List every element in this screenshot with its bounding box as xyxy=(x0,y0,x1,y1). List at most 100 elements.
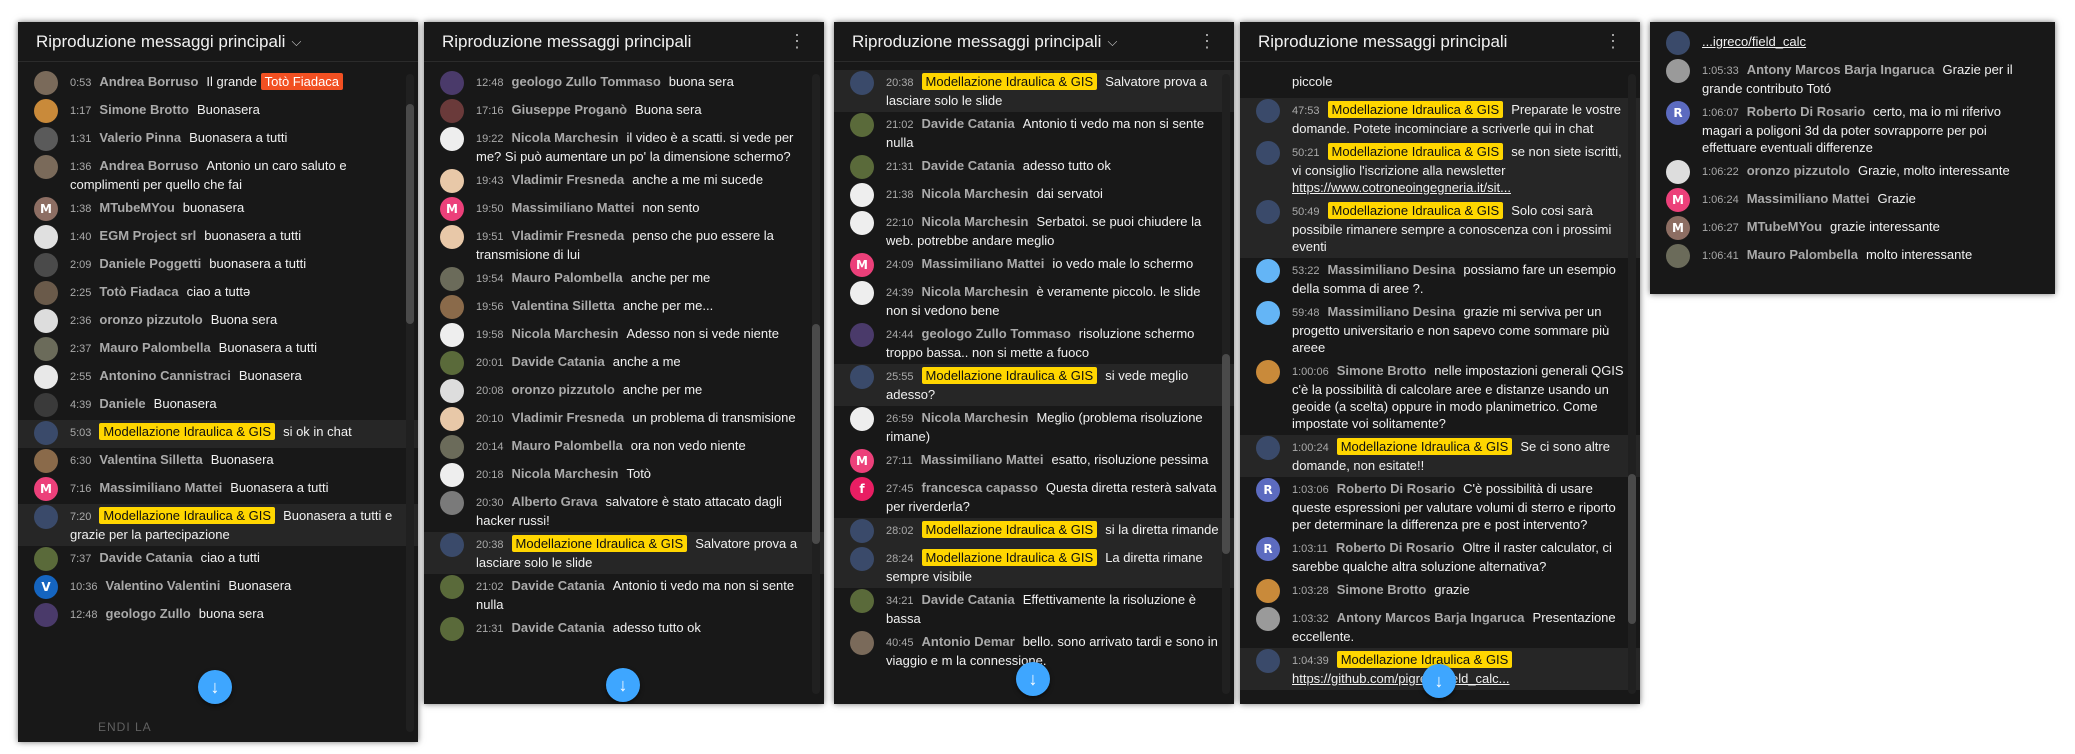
chevron-down-icon[interactable]: ⌵ xyxy=(291,34,301,50)
chat-message[interactable]: 1:03:32 Antony Marcos Barja Ingaruca Prese… xyxy=(1240,606,1640,648)
avatar[interactable] xyxy=(440,407,464,431)
author-name[interactable]: EGM Project srl xyxy=(99,228,196,243)
chat-message[interactable]: M 27:11 Massimiliano Mattei esatto, risoluz… xyxy=(834,448,1234,476)
chat-message[interactable]: 1:31 Valerio Pinna Buonasera a tutti xyxy=(18,126,418,154)
author-name[interactable]: Andrea Borruso xyxy=(99,74,198,89)
chat-message[interactable]: 7:37 Davide Catania ciao a tutti xyxy=(18,546,418,574)
chat-header[interactable]: Riproduzione messaggi principali ⌵ xyxy=(18,22,418,62)
chat-message[interactable]: 2:37 Mauro Palombella Buonasera a tutti xyxy=(18,336,418,364)
avatar[interactable]: M xyxy=(850,449,874,473)
owner-badge[interactable]: Modellazione Idraulica & GIS xyxy=(99,423,276,440)
chat-message[interactable]: 2:36 oronzo pizzutolo Buona sera xyxy=(18,308,418,336)
avatar[interactable] xyxy=(850,281,874,305)
chat-message[interactable]: 2:25 Totò Fiadaca ciao a tuttə xyxy=(18,280,418,308)
scrollbar[interactable] xyxy=(406,74,414,732)
chat-message[interactable]: 20:38 Modellazione Idraulica & GIS Salvato… xyxy=(424,532,824,574)
chat-message[interactable]: 19:58 Nicola Marchesin Adesso non si vede … xyxy=(424,322,824,350)
chat-message[interactable]: 20:01 Davide Catania anche a me xyxy=(424,350,824,378)
avatar[interactable] xyxy=(440,379,464,403)
chat-message[interactable]: 2:09 Daniele Poggetti buonasera a tutti xyxy=(18,252,418,280)
author-name[interactable]: Massimiliano Mattei xyxy=(99,480,222,495)
avatar[interactable] xyxy=(1256,259,1280,283)
more-options-icon[interactable]: ⋮ xyxy=(788,31,806,52)
author-name[interactable]: Nicola Marchesin xyxy=(922,284,1029,299)
author-name[interactable]: Vladimir Fresneda xyxy=(512,410,625,425)
chat-message[interactable]: 1:00:06 Simone Brotto nelle impostazioni g… xyxy=(1240,359,1640,435)
author-name[interactable]: Valentina Silletta xyxy=(99,452,202,467)
owner-badge[interactable]: Modellazione Idraulica & GIS xyxy=(1336,438,1513,455)
chat-message[interactable]: 19:43 Vladimir Fresneda anche a me mi suce… xyxy=(424,168,824,196)
message-link[interactable]: ...igreco/field_calc xyxy=(1702,34,1806,49)
chat-message[interactable]: 1:03:28 Simone Brotto grazie xyxy=(1240,578,1640,606)
author-name[interactable]: Antony Marcos Barja Ingaruca xyxy=(1337,610,1525,625)
chat-header[interactable]: Riproduzione messaggi principali ⋮ xyxy=(1240,22,1640,62)
scroll-down-button[interactable]: ↓ xyxy=(1016,662,1050,696)
avatar[interactable] xyxy=(34,127,58,151)
avatar[interactable] xyxy=(1256,141,1280,165)
avatar[interactable] xyxy=(34,547,58,571)
chat-message[interactable]: 20:30 Alberto Grava salvatore è stato atta… xyxy=(424,490,824,532)
chat-message[interactable]: 0:53 Andrea Borruso Il grande Totò Fiadaca xyxy=(18,70,418,98)
avatar[interactable]: V xyxy=(34,575,58,599)
avatar[interactable] xyxy=(34,309,58,333)
author-name[interactable]: Nicola Marchesin xyxy=(922,186,1029,201)
mention-tag[interactable]: Totò Fiadaca xyxy=(260,73,344,90)
chat-message[interactable]: f 27:45 francesca capasso Questa diretta re… xyxy=(834,476,1234,518)
chat-message[interactable]: 20:14 Mauro Palombella ora non vedo niente xyxy=(424,434,824,462)
chevron-down-icon[interactable]: ⌵ xyxy=(1107,34,1117,50)
avatar[interactable] xyxy=(850,323,874,347)
avatar[interactable] xyxy=(1256,579,1280,603)
chat-message[interactable]: 19:56 Valentina Silletta anche per me... xyxy=(424,294,824,322)
author-name[interactable]: geologo Zullo Tommaso xyxy=(922,326,1071,341)
chat-message[interactable]: 26:59 Nicola Marchesin Meglio (problema ri… xyxy=(834,406,1234,448)
chat-message[interactable]: 1:05:33 Antony Marcos Barja Ingaruca Grazi… xyxy=(1650,58,2055,100)
avatar[interactable] xyxy=(850,407,874,431)
chat-message[interactable]: 19:54 Mauro Palombella anche per me xyxy=(424,266,824,294)
author-name[interactable]: Mauro Palombella xyxy=(512,270,623,285)
author-name[interactable]: Andrea Borruso xyxy=(99,158,198,173)
avatar[interactable] xyxy=(34,393,58,417)
scrollbar[interactable] xyxy=(1628,74,1636,694)
scrollbar[interactable] xyxy=(812,74,820,694)
avatar[interactable]: M xyxy=(1666,216,1690,240)
chat-message[interactable]: 20:38 Modellazione Idraulica & GIS Salvato… xyxy=(834,70,1234,112)
author-name[interactable]: Massimiliano Mattei xyxy=(512,200,635,215)
chat-header[interactable]: Riproduzione messaggi principali ⌵ ⋮ xyxy=(834,22,1234,62)
author-name[interactable]: Mauro Palombella xyxy=(1747,247,1858,262)
owner-badge[interactable]: Modellazione Idraulica & GIS xyxy=(921,73,1098,90)
avatar[interactable] xyxy=(440,575,464,599)
avatar[interactable] xyxy=(1256,607,1280,631)
chat-message[interactable]: V 10:36 Valentino Valentini Buonasera xyxy=(18,574,418,602)
author-name[interactable]: Nicola Marchesin xyxy=(512,466,619,481)
avatar[interactable] xyxy=(1256,436,1280,460)
chat-message[interactable]: 59:48 Massimiliano Desina grazie mi serviv… xyxy=(1240,300,1640,359)
scrollbar[interactable] xyxy=(1222,74,1230,694)
chat-message[interactable]: ...igreco/field_calc xyxy=(1650,30,2055,58)
author-name[interactable]: Daniele xyxy=(99,396,145,411)
avatar[interactable] xyxy=(440,533,464,557)
avatar[interactable] xyxy=(440,267,464,291)
author-name[interactable]: MTubeMYou xyxy=(99,200,174,215)
chat-message[interactable]: 21:31 Davide Catania adesso tutto ok xyxy=(834,154,1234,182)
chat-message[interactable]: 21:31 Davide Catania adesso tutto ok xyxy=(424,616,824,644)
author-name[interactable]: Massimiliano Desina xyxy=(1328,262,1456,277)
chat-message[interactable]: 1:06:22 oronzo pizzutolo Grazie, molto int… xyxy=(1650,159,2055,187)
author-name[interactable]: Valentino Valentini xyxy=(106,578,221,593)
author-name[interactable]: Alberto Grava xyxy=(512,494,598,509)
chat-message[interactable]: R 1:03:11 Roberto Di Rosario Oltre il raste… xyxy=(1240,536,1640,578)
owner-badge[interactable]: Modellazione Idraulica & GIS xyxy=(921,367,1098,384)
avatar[interactable] xyxy=(34,365,58,389)
avatar[interactable] xyxy=(850,71,874,95)
owner-badge[interactable]: Modellazione Idraulica & GIS xyxy=(1336,651,1513,668)
chat-message[interactable]: 47:53 Modellazione Idraulica & GIS Prepara… xyxy=(1240,98,1640,140)
chat-message[interactable]: 25:55 Modellazione Idraulica & GIS si vede… xyxy=(834,364,1234,406)
author-name[interactable]: Vladimir Fresneda xyxy=(512,228,625,243)
author-name[interactable]: Mauro Palombella xyxy=(512,438,623,453)
avatar[interactable] xyxy=(1256,649,1280,673)
chat-message[interactable]: 20:08 oronzo pizzutolo anche per me xyxy=(424,378,824,406)
avatar[interactable] xyxy=(440,351,464,375)
scroll-down-button[interactable]: ↓ xyxy=(1422,664,1456,698)
author-name[interactable]: Davide Catania xyxy=(922,158,1015,173)
avatar[interactable]: M xyxy=(850,253,874,277)
avatar[interactable] xyxy=(440,463,464,487)
